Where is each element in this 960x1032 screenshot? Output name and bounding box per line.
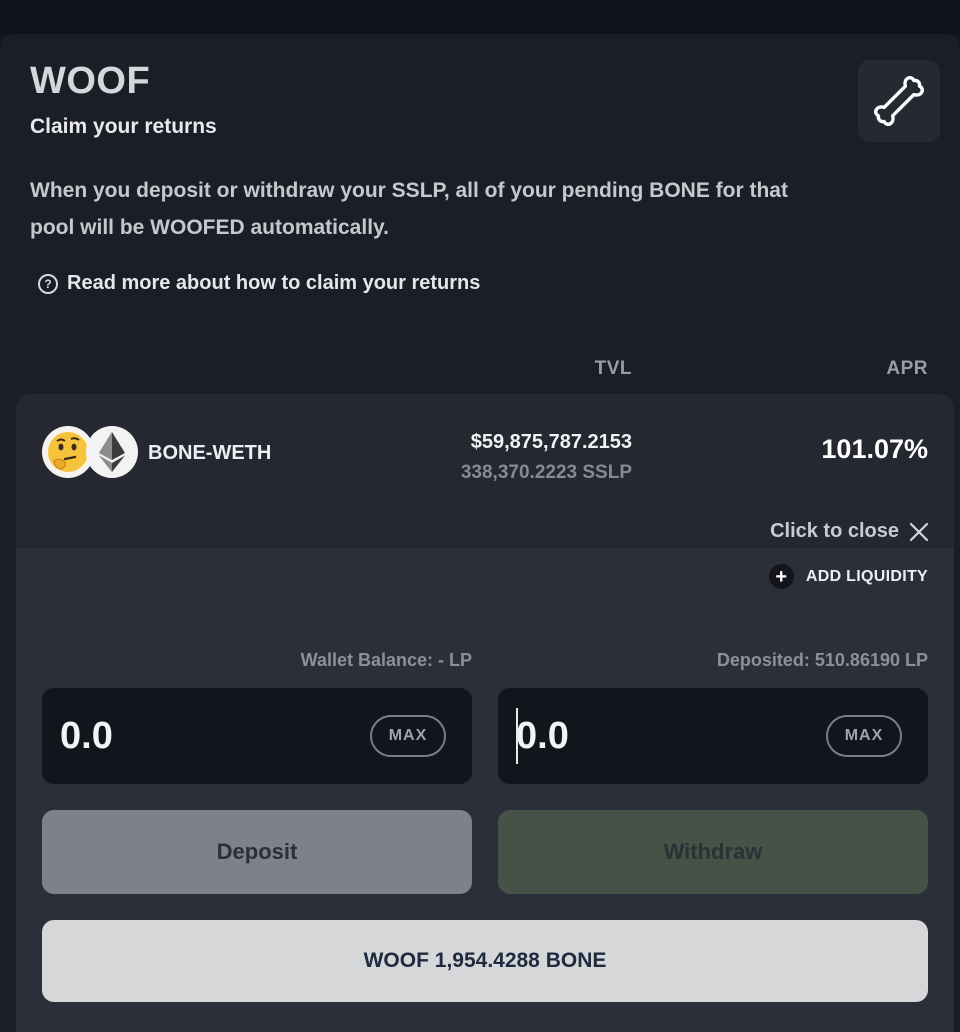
add-liquidity-button[interactable]: + ADD LIQUIDITY xyxy=(768,564,928,589)
bone-button[interactable] xyxy=(858,60,940,142)
page-title: WOOF xyxy=(30,60,151,102)
tvl-column-header: TVL xyxy=(594,358,632,379)
withdraw-button[interactable]: Withdraw xyxy=(498,810,928,894)
plus-icon: + xyxy=(768,564,794,589)
pool-pair-name: BONE-WETH xyxy=(148,442,272,464)
apr-column-header: APR xyxy=(886,358,928,379)
deposited-balance: Deposited: 510.86190 LP xyxy=(716,650,928,670)
page-subtitle: Claim your returns xyxy=(30,115,217,138)
withdraw-amount-input[interactable] xyxy=(516,710,806,762)
text-caret xyxy=(516,708,518,764)
withdraw-amount-box: MAX xyxy=(498,688,928,784)
deposit-button[interactable]: Deposit xyxy=(42,810,472,894)
wallet-balance: Wallet Balance: - LP xyxy=(300,650,472,670)
close-icon xyxy=(909,522,929,541)
pool-row: BONE-WETH $59,875,787.2153 338,370.2223 … xyxy=(16,394,954,1032)
deposit-amount-box: MAX xyxy=(42,688,472,784)
description: When you deposit or withdraw your SSLP, … xyxy=(30,179,788,239)
top-strip xyxy=(0,0,960,34)
tvl-usd-value: $59,875,787.2153 xyxy=(470,431,632,453)
withdraw-max-button[interactable]: MAX xyxy=(826,715,902,757)
apr-value: 101.07% xyxy=(821,434,928,464)
close-label: Click to close xyxy=(770,520,899,542)
tvl-lp-value: 338,370.2223 SSLP xyxy=(460,462,632,483)
deposit-amount-input[interactable] xyxy=(60,710,350,762)
bone-icon xyxy=(874,76,924,126)
deposit-max-button[interactable]: MAX xyxy=(370,715,446,757)
read-more-link[interactable]: ? Read more about how to claim your retu… xyxy=(38,272,480,295)
click-to-close-button[interactable]: Click to close xyxy=(770,520,929,543)
ethereum-icon xyxy=(86,426,138,478)
add-liquidity-label: ADD LIQUIDITY xyxy=(805,567,928,585)
read-more-label: Read more about how to claim your return… xyxy=(67,272,481,294)
woof-claim-button[interactable]: WOOF 1,954.4288 BONE xyxy=(42,920,928,1002)
question-circle-icon: ? xyxy=(38,273,58,294)
